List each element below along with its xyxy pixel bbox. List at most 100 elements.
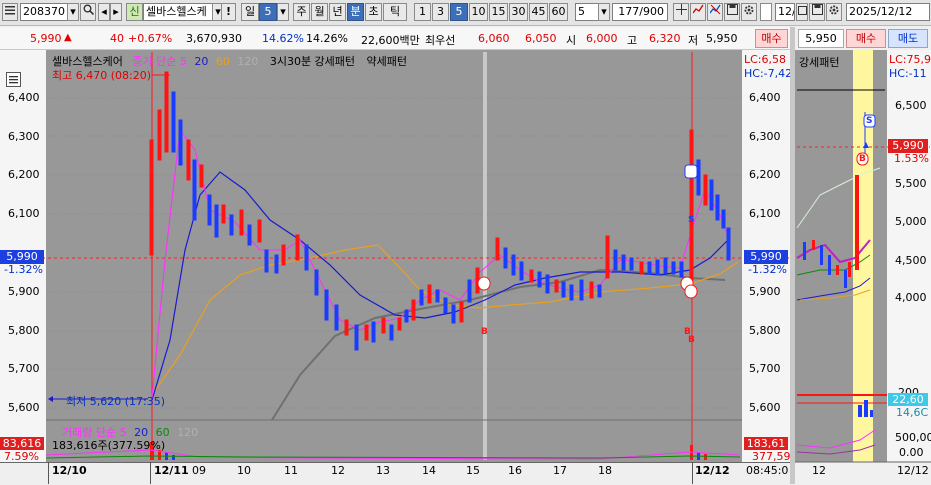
minute-15[interactable]: 15 bbox=[489, 3, 508, 21]
save-icon[interactable] bbox=[724, 3, 740, 21]
side-vol-tick: 500,00 bbox=[895, 431, 931, 444]
stock-name-field[interactable]: 셀바스헬스케 bbox=[143, 3, 213, 21]
side-sell-signal: S bbox=[866, 116, 873, 126]
settings-gear-icon[interactable] bbox=[741, 3, 757, 21]
high-price: 6,320 bbox=[649, 32, 681, 45]
y-tick-left: 6,400 bbox=[8, 91, 40, 104]
side-vol-tick: 0.00 bbox=[899, 446, 924, 459]
x-label: 12/11 bbox=[154, 464, 189, 477]
buy-signal-b1: B bbox=[481, 327, 488, 337]
buy-button[interactable]: 매수 bbox=[755, 29, 788, 48]
current-pct-left: -1.32% bbox=[4, 263, 43, 276]
price-candles bbox=[149, 71, 708, 341]
alert-button[interactable]: ! bbox=[221, 3, 236, 21]
stock-code-input[interactable]: 208370 bbox=[20, 3, 68, 21]
legend-pattern1: 3시30분 강세패턴 bbox=[269, 55, 356, 68]
minute-30[interactable]: 30 bbox=[509, 3, 528, 21]
quote-volume: 3,670,930 bbox=[186, 32, 242, 45]
code-dropdown-icon[interactable]: ▾ bbox=[67, 3, 79, 21]
minute-1[interactable]: 1 bbox=[414, 3, 431, 21]
crosshair-icon[interactable] bbox=[673, 3, 689, 21]
volume-pct-left: 7.59% bbox=[4, 450, 39, 463]
x-label: 15 bbox=[466, 464, 480, 477]
current-price-tag-left: 5,990 bbox=[0, 250, 44, 264]
period-second[interactable]: 초 bbox=[365, 3, 382, 21]
lc-label: LC:6,58 bbox=[744, 53, 787, 66]
side-save-icon[interactable] bbox=[809, 3, 825, 21]
best-bid: 6,050 bbox=[525, 32, 557, 45]
sell-signal-s: S bbox=[688, 215, 695, 225]
quote-rate2: 14.26% bbox=[306, 32, 348, 45]
side-y-tick: 5,500 bbox=[895, 177, 927, 190]
x-divider-1210 bbox=[48, 462, 49, 484]
volume-tag-left: 83,616 bbox=[0, 437, 44, 450]
x-divider-1211 bbox=[150, 462, 151, 484]
side-vol-tag: 22,60 bbox=[888, 393, 928, 406]
y-tick-left: 6,100 bbox=[8, 207, 40, 220]
period-day[interactable]: 일 bbox=[241, 3, 259, 21]
period-dropdown-icon[interactable]: ▾ bbox=[277, 3, 289, 21]
period-month[interactable]: 월 bbox=[311, 3, 328, 21]
current-pct-right: -1.32% bbox=[748, 263, 787, 276]
high-note: 최고 6,470 (08:20) bbox=[52, 69, 152, 82]
y-tick-left: 5,600 bbox=[8, 401, 40, 414]
best-ask: 6,060 bbox=[478, 32, 510, 45]
side-x-label: 12/12 bbox=[897, 464, 929, 477]
side-buy-button[interactable]: 매수 bbox=[846, 29, 886, 48]
y-tick-left: 6,300 bbox=[8, 130, 40, 143]
side-hc: HC:-11 bbox=[889, 67, 927, 80]
side-date-input[interactable]: 12/ bbox=[775, 3, 795, 21]
date-input[interactable]: 2025/12/12 bbox=[846, 3, 930, 21]
interval-input[interactable]: 5 bbox=[575, 3, 599, 21]
y-tick-right: 5,800 bbox=[749, 324, 781, 337]
legend-ma20: 20 bbox=[194, 55, 209, 68]
x-label: 13 bbox=[376, 464, 390, 477]
count-field[interactable]: 177/900 bbox=[612, 3, 668, 21]
y-tick-right: 5,900 bbox=[749, 285, 781, 298]
x-label: 14 bbox=[422, 464, 436, 477]
price-candles-down bbox=[171, 91, 731, 351]
period-tick[interactable]: 틱 bbox=[383, 3, 407, 21]
legend-ma5: 5 bbox=[179, 55, 187, 68]
x-label: 16 bbox=[508, 464, 522, 477]
x-label: 17 bbox=[553, 464, 567, 477]
side-y-tick: 5,000 bbox=[895, 215, 927, 228]
side-y-tick: 6,500 bbox=[895, 99, 927, 112]
open-price: 6,000 bbox=[586, 32, 618, 45]
minute-3[interactable]: 3 bbox=[432, 3, 449, 21]
interval-dropdown-icon[interactable]: ▾ bbox=[598, 3, 610, 21]
indicator-icon[interactable] bbox=[707, 3, 723, 21]
side-prev-icon[interactable] bbox=[796, 3, 808, 21]
minute-5[interactable]: 5 bbox=[450, 3, 468, 21]
y-tick-right: 5,600 bbox=[749, 401, 781, 414]
minute-60[interactable]: 60 bbox=[549, 3, 568, 21]
open-label: 시 bbox=[566, 34, 577, 47]
y-tick-right: 6,300 bbox=[749, 130, 781, 143]
legend-ma120: 120 bbox=[237, 55, 259, 68]
period-year[interactable]: 년 bbox=[329, 3, 346, 21]
minute-10[interactable]: 10 bbox=[469, 3, 488, 21]
side-gear-icon[interactable] bbox=[826, 3, 842, 21]
volume-value: 183,616주(377.59%) bbox=[52, 439, 166, 452]
volume-tag-right: 183,61 bbox=[744, 437, 788, 450]
x-label: 12/10 bbox=[52, 464, 87, 477]
x-label: 09 bbox=[192, 464, 206, 477]
search-icon[interactable] bbox=[80, 3, 96, 21]
side-checkbox[interactable] bbox=[760, 3, 772, 21]
side-sell-button[interactable]: 매도 bbox=[888, 29, 928, 48]
y-tick-right: 6,400 bbox=[749, 91, 781, 104]
minute-45[interactable]: 45 bbox=[529, 3, 548, 21]
x-label: 11 bbox=[284, 464, 298, 477]
period-week[interactable]: 주 bbox=[293, 3, 310, 21]
low-note: 최저 5,620 (17:35) bbox=[66, 395, 166, 408]
y-tick-left: 6,200 bbox=[8, 168, 40, 181]
period-n-field[interactable]: 5 bbox=[259, 3, 277, 21]
menu-icon[interactable] bbox=[2, 3, 18, 21]
next-stock-icon[interactable]: ▸ bbox=[110, 3, 122, 21]
prev-stock-icon[interactable]: ◂ bbox=[98, 3, 110, 21]
side-y-tick: 4,500 bbox=[895, 254, 927, 267]
chart-type-icon[interactable] bbox=[690, 3, 706, 21]
period-minute[interactable]: 분 bbox=[347, 3, 364, 21]
y-tick-right: 6,200 bbox=[749, 168, 781, 181]
y-tick-left: 5,900 bbox=[8, 285, 40, 298]
